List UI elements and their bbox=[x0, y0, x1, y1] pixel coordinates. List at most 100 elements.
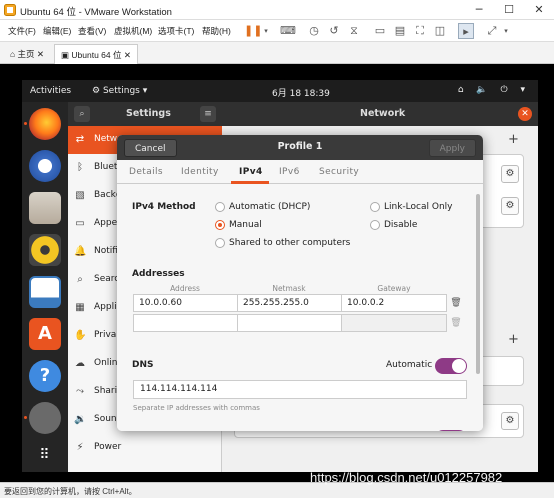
tab-home[interactable]: ⌂ 主页 ✕ bbox=[4, 44, 50, 64]
firefox-icon[interactable] bbox=[29, 108, 61, 140]
system-menu[interactable]: ⌂ 🔈 ⏻ ▾ bbox=[458, 85, 530, 95]
search-icon[interactable]: ⌕ bbox=[74, 106, 90, 122]
radio-shared-label: Shared to other computers bbox=[229, 238, 351, 248]
running-indicator bbox=[24, 416, 27, 419]
thunderbird-icon[interactable] bbox=[29, 150, 61, 182]
help-icon[interactable]: ? bbox=[29, 360, 61, 392]
menu-help[interactable]: 帮助(H) bbox=[202, 25, 231, 37]
send-keys-icon[interactable]: ⌨ bbox=[280, 23, 296, 39]
libreoffice-writer-icon[interactable] bbox=[29, 276, 61, 308]
address-field[interactable] bbox=[133, 314, 238, 332]
trash-icon[interactable]: 🗑 bbox=[449, 294, 463, 312]
sidebar-item-power[interactable]: ⚡ Power bbox=[68, 434, 222, 462]
tab-home-label: 主页 bbox=[17, 49, 35, 59]
search-icon: ⌕ bbox=[77, 274, 83, 285]
dialog-scrollbar[interactable] bbox=[476, 194, 480, 374]
status-text: 要返回到您的计算机，请按 Ctrl+Alt。 bbox=[4, 487, 137, 496]
close-icon[interactable]: ✕ bbox=[518, 107, 532, 121]
dialog-headerbar: Cancel Profile 1 Apply bbox=[117, 135, 483, 160]
menu-tabs[interactable]: 选项卡(T) bbox=[158, 25, 194, 37]
radio-disable[interactable] bbox=[370, 220, 380, 230]
rhythmbox-icon[interactable] bbox=[29, 234, 61, 266]
settings-title: Settings bbox=[126, 108, 171, 119]
vm-icon: ▣ bbox=[61, 50, 72, 60]
tab-details[interactable]: Details bbox=[129, 167, 163, 177]
ubuntu-desktop: Activities ⚙ Settings ▾ 6月 18 18:39 ⌂ 🔈 … bbox=[22, 80, 538, 472]
clock[interactable]: 6月 18 18:39 bbox=[272, 86, 330, 99]
power-icon: ⚡ bbox=[76, 442, 84, 453]
fullscreen-icon[interactable]: ⛶ bbox=[412, 23, 428, 39]
address-column-header: Address bbox=[170, 284, 200, 293]
gateway-field[interactable] bbox=[341, 314, 447, 332]
profile-dialog: Cancel Profile 1 Apply Details Identity … bbox=[117, 135, 483, 431]
stretch-dropdown-icon[interactable]: ▾ bbox=[498, 23, 514, 39]
radio-shared[interactable] bbox=[215, 238, 225, 248]
bluetooth-icon: ᛒ bbox=[77, 162, 83, 173]
gear-icon[interactable]: ⚙ bbox=[501, 165, 519, 183]
netmask-field[interactable] bbox=[237, 314, 342, 332]
ubuntu-software-icon[interactable]: A bbox=[29, 318, 61, 350]
revert-snapshot-icon[interactable]: ↺ bbox=[326, 23, 342, 39]
apply-button[interactable]: Apply bbox=[428, 139, 476, 157]
minimize-button[interactable]: ─ bbox=[464, 0, 494, 20]
menu-vm[interactable]: 虚拟机(M) bbox=[114, 25, 152, 37]
gear-icon: ⚙ bbox=[92, 86, 103, 96]
dns-automatic-label: Automatic bbox=[386, 360, 433, 370]
gear-icon[interactable]: ⚙ bbox=[501, 412, 519, 430]
radio-manual[interactable] bbox=[215, 220, 225, 230]
dialog-tabs: Details Identity IPv4 IPv6 Security bbox=[117, 160, 483, 184]
window-title: Ubuntu 64 位 - VMware Workstation bbox=[20, 7, 172, 18]
chevron-down-icon[interactable]: ▾ bbox=[258, 23, 274, 39]
sidebar-toggle-icon[interactable]: ▭ bbox=[372, 23, 388, 39]
address-field[interactable]: 10.0.0.60 bbox=[133, 294, 238, 312]
unity-icon[interactable]: ◫ bbox=[432, 23, 448, 39]
radio-automatic-dhcp[interactable] bbox=[215, 202, 225, 212]
sidebar-item-label: Netw bbox=[94, 134, 118, 144]
console-view-icon[interactable]: ▸ bbox=[458, 23, 474, 39]
close-window-button[interactable]: ✕ bbox=[524, 0, 554, 20]
gear-icon[interactable]: ⚙ bbox=[501, 197, 519, 215]
menu-file[interactable]: 文件(F) bbox=[8, 25, 36, 37]
radio-automatic-dhcp-label: Automatic (DHCP) bbox=[229, 202, 311, 212]
snapshot-icon[interactable]: ◷ bbox=[306, 23, 322, 39]
hamburger-menu-icon[interactable]: ≡ bbox=[200, 106, 216, 122]
tab-security[interactable]: Security bbox=[319, 167, 359, 177]
vmware-logo-icon bbox=[4, 4, 16, 16]
menu-view[interactable]: 查看(V) bbox=[78, 25, 106, 37]
settings-headerbar: ⌕ Settings ≡ Network ✕ bbox=[68, 102, 538, 126]
activities-button[interactable]: Activities bbox=[30, 86, 71, 96]
maximize-button[interactable]: ☐ bbox=[494, 0, 524, 20]
tab-identity[interactable]: Identity bbox=[181, 167, 219, 177]
tab-ipv4[interactable]: IPv4 bbox=[239, 167, 263, 177]
show-apps-icon[interactable]: ⠿ bbox=[29, 440, 61, 472]
dns-automatic-toggle[interactable] bbox=[435, 358, 467, 374]
dns-input[interactable]: 114.114.114.114 bbox=[133, 380, 467, 399]
notifications-icon: 🔔 bbox=[74, 246, 87, 257]
files-icon[interactable] bbox=[29, 192, 61, 224]
add-vpn-icon[interactable]: + bbox=[508, 332, 519, 347]
add-connection-icon[interactable]: + bbox=[508, 132, 519, 147]
vmware-titlebar: Ubuntu 64 位 - VMware Workstation ─ ☐ ✕ bbox=[0, 0, 554, 20]
sidebar-item-label: Notifi bbox=[94, 246, 118, 256]
network-title: Network bbox=[360, 108, 406, 119]
tab-ubuntu[interactable]: ▣ Ubuntu 64 位 ✕ bbox=[54, 44, 138, 64]
sidebar-item-label: Shari bbox=[94, 386, 118, 396]
running-indicator bbox=[24, 122, 27, 125]
home-icon: ⌂ bbox=[10, 49, 18, 59]
thumbnail-icon[interactable]: ▤ bbox=[392, 23, 408, 39]
settings-app-icon[interactable] bbox=[29, 402, 61, 434]
tab-ipv6[interactable]: IPv6 bbox=[279, 167, 300, 177]
gateway-field[interactable]: 10.0.0.2 bbox=[341, 294, 447, 312]
netmask-field[interactable]: 255.255.255.0 bbox=[237, 294, 342, 312]
sidebar-item-label: Priva bbox=[94, 330, 117, 340]
online-accounts-icon: ☁ bbox=[75, 358, 85, 369]
radio-link-local-only[interactable] bbox=[370, 202, 380, 212]
close-tab-icon[interactable]: ✕ bbox=[37, 49, 44, 59]
routes-automatic-toggle[interactable] bbox=[435, 430, 467, 431]
snapshot-manager-icon[interactable]: ⧖ bbox=[346, 23, 362, 39]
watermark: https://blog.csdn.net/u012257982 bbox=[310, 470, 503, 485]
menu-edit[interactable]: 编辑(E) bbox=[43, 25, 71, 37]
close-tab-icon[interactable]: ✕ bbox=[124, 50, 131, 60]
app-menu[interactable]: ⚙ Settings ▾ bbox=[92, 86, 147, 96]
addresses-label: Addresses bbox=[132, 269, 185, 279]
